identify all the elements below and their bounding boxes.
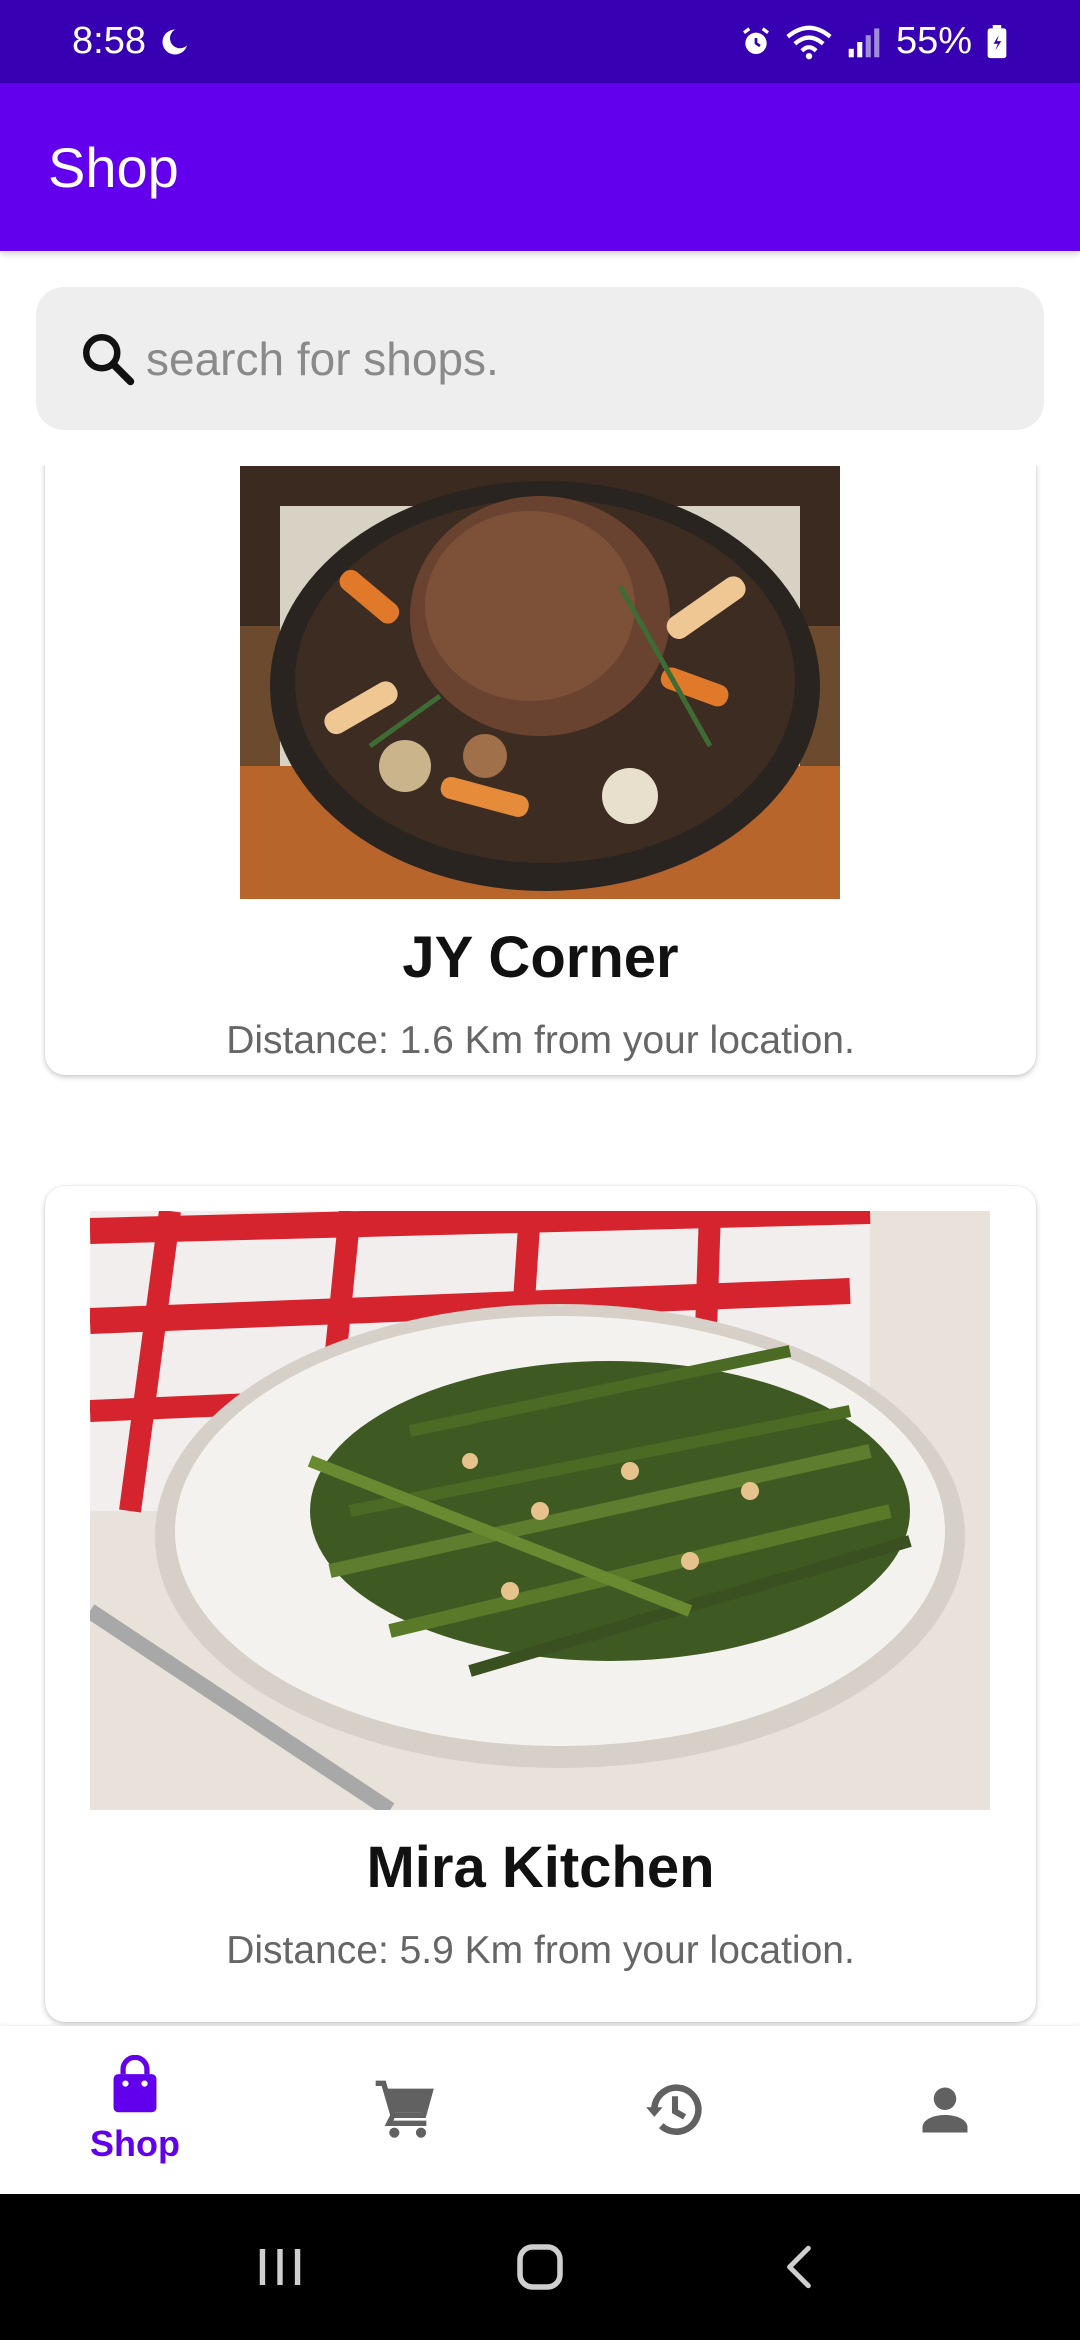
person-icon [915, 2080, 975, 2140]
wifi-icon [786, 24, 832, 60]
signal-icon [846, 25, 882, 59]
nav-item-profile[interactable] [810, 2026, 1080, 2194]
nav-item-shop[interactable]: Shop [0, 2026, 270, 2194]
shop-image [240, 466, 840, 899]
back-icon[interactable] [740, 2217, 860, 2317]
status-time: 8:58 [72, 20, 146, 62]
shop-name: Mira Kitchen [366, 1835, 715, 1900]
nav-item-cart[interactable] [270, 2026, 540, 2194]
shop-card[interactable]: Mira Kitchen Distance: 5.9 Km from your … [45, 1186, 1036, 2022]
cart-icon [373, 2078, 437, 2142]
search-bar[interactable] [36, 287, 1044, 430]
status-bar: 8:58 55% [0, 0, 1080, 83]
status-left: 8:58 [72, 20, 190, 63]
screen: 8:58 55% Shop search for shops. JY Corne… [0, 0, 1080, 2340]
shop-name: JY Corner [402, 925, 679, 990]
moon-icon [160, 27, 190, 57]
shop-distance: Distance: 5.9 Km from your location. [226, 1929, 855, 1972]
alarm-icon [740, 26, 772, 58]
nav-item-history[interactable] [540, 2026, 810, 2194]
system-nav-bar [0, 2194, 1080, 2340]
shop-image [90, 1211, 990, 1810]
nav-label-shop: Shop [90, 2123, 180, 2164]
recent-apps-icon[interactable] [220, 2217, 340, 2317]
shop-list[interactable]: JY Corner Distance: 1.6 Km from your loc… [0, 466, 1080, 2026]
battery-icon [986, 24, 1008, 59]
status-right: 55% [740, 20, 1008, 63]
battery-percent: 55% [895, 20, 972, 62]
history-icon [642, 2077, 708, 2143]
search-icon [78, 329, 138, 389]
app-bar: Shop [0, 83, 1080, 251]
search-input[interactable] [146, 331, 1006, 386]
home-icon[interactable] [480, 2217, 600, 2317]
shop-card[interactable]: JY Corner Distance: 1.6 Km from your loc… [45, 466, 1036, 1075]
shop-distance: Distance: 1.6 Km from your location. [226, 1019, 855, 1062]
bottom-nav: Shop [0, 2026, 1080, 2194]
shopping-bag-icon [106, 2055, 164, 2117]
app-title: Shop [48, 135, 179, 199]
